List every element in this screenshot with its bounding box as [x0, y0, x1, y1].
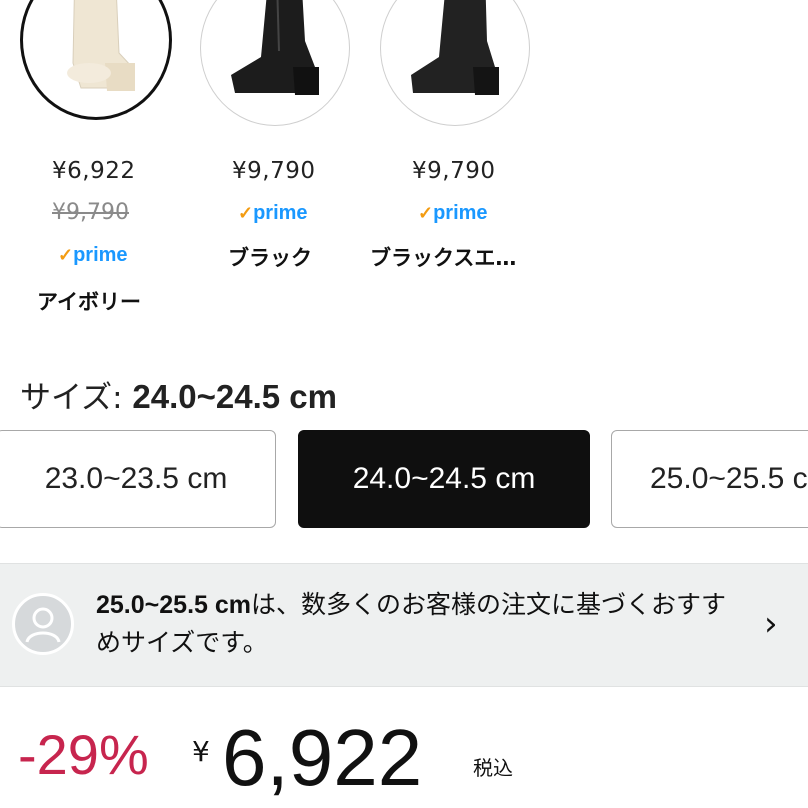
- variant-list-price: ¥9,790: [52, 200, 129, 225]
- size-option-25[interactable]: 25.0~25.5 cm: [611, 430, 808, 528]
- currency-symbol: ¥: [192, 735, 210, 768]
- recommendation-text: 25.0~25.5 cmは、数多くのお客様の注文に基づくおすすめサイズです。: [96, 590, 727, 657]
- variant-price: ¥6,922: [52, 158, 136, 184]
- prime-check-icon: ✓: [238, 203, 254, 223]
- boot-image: [231, 0, 319, 95]
- prime-badge: ✓prime: [58, 244, 128, 266]
- variant-swatch-black-suede[interactable]: [380, 0, 530, 126]
- size-recommendation-banner[interactable]: 25.0~25.5 cmは、数多くのお客様の注文に基づくおすすめサイズです。 ›: [0, 563, 808, 687]
- prime-badge: ✓prime: [418, 202, 488, 224]
- boot-image: [411, 0, 499, 95]
- variant-name: ブラック: [228, 246, 312, 270]
- size-option-label: 24.0~24.5 cm: [352, 462, 536, 495]
- variant-name: アイボリー: [37, 290, 141, 314]
- variant-price: ¥9,790: [412, 158, 496, 184]
- variant-swatch-black[interactable]: [200, 0, 350, 126]
- recommended-size: 25.0~25.5 cm: [96, 591, 251, 619]
- selected-size-value: 24.0~24.5 cm: [132, 378, 337, 415]
- size-label-text: サイズ:: [20, 380, 123, 416]
- variant-swatch-ivory[interactable]: [20, 0, 172, 120]
- discount-percentage: -29%: [18, 723, 149, 786]
- chevron-right-icon[interactable]: ›: [764, 604, 778, 644]
- size-option-23[interactable]: 23.0~23.5 cm: [0, 430, 276, 528]
- prime-check-icon: ✓: [418, 203, 434, 223]
- prime-check-icon: ✓: [58, 245, 74, 265]
- prime-badge: ✓prime: [238, 202, 308, 224]
- avatar-icon: [12, 593, 74, 655]
- size-option-label: 23.0~23.5 cm: [44, 462, 228, 495]
- price-value: 6,922: [222, 713, 423, 802]
- tax-label: 税込: [473, 756, 513, 780]
- size-label: サイズ: 24.0~24.5 cm: [20, 372, 337, 417]
- size-option-label: 25.0~25.5 cm: [650, 462, 808, 495]
- variant-name: ブラックスエ…: [370, 246, 517, 270]
- size-option-24[interactable]: 24.0~24.5 cm: [298, 430, 590, 528]
- boot-image: [67, 0, 135, 91]
- variant-price: ¥9,790: [232, 158, 316, 184]
